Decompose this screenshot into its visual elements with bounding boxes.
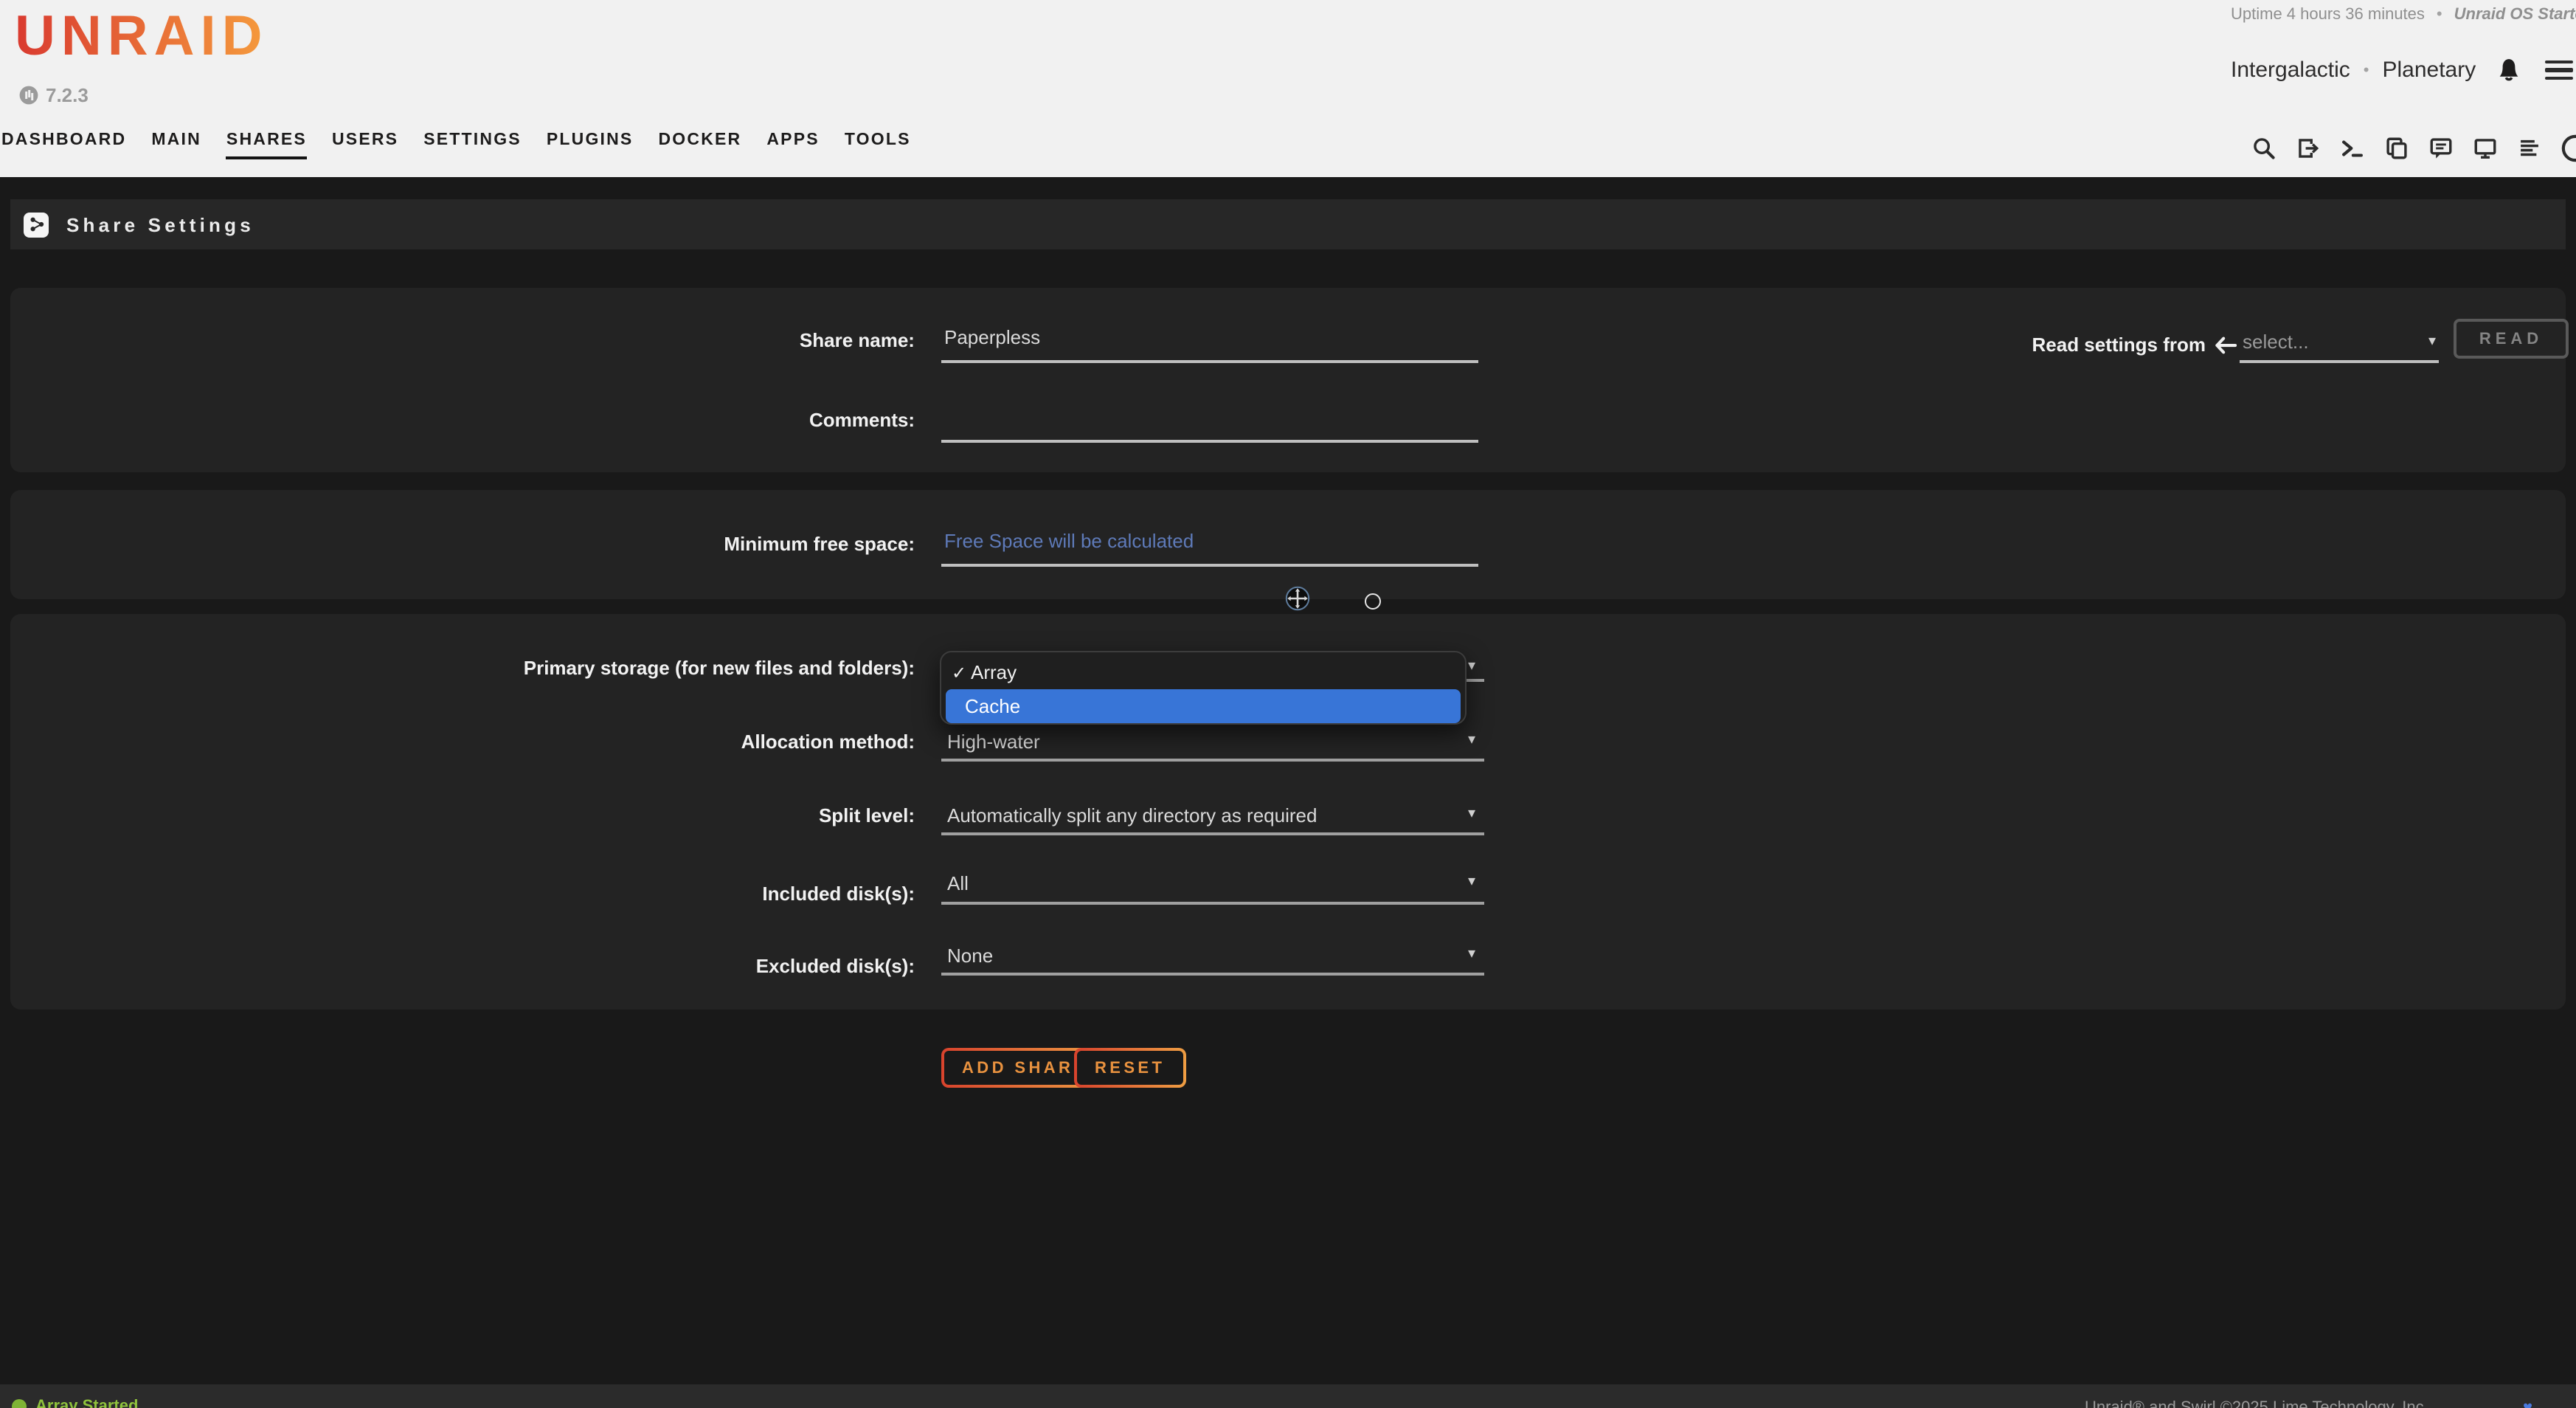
arrow-left-icon — [2215, 335, 2237, 362]
allocation-method-label: Allocation method: — [369, 731, 915, 753]
minimum-free-space-input[interactable] — [941, 530, 1478, 567]
allocation-method-select[interactable]: High-water — [947, 731, 1040, 753]
excluded-disks-underline — [941, 973, 1484, 976]
comments-label: Comments: — [369, 409, 915, 431]
chevron-down-icon: ▾ — [1468, 658, 1475, 674]
minimum-free-space-label: Minimum free space: — [369, 533, 915, 555]
read-settings-select[interactable]: select... ▾ — [2240, 329, 2439, 363]
share-identity-card — [10, 288, 2566, 472]
share-icon — [24, 212, 49, 237]
nav-tools[interactable]: TOOLS — [845, 131, 911, 159]
chevron-down-icon: ▾ — [1468, 874, 1475, 890]
cursor-ring — [1365, 593, 1381, 610]
content-area: Share Settings Share name: Comments: Rea… — [0, 177, 2576, 1408]
main-nav: DASHBOARD MAIN SHARES USERS SETTINGS PLU… — [1, 131, 911, 159]
share-name-label: Share name: — [369, 329, 915, 351]
sign-out-icon[interactable] — [2296, 136, 2321, 161]
separator-dot: • — [2437, 6, 2442, 24]
menu-icon[interactable] — [2545, 60, 2573, 80]
share-name-input[interactable] — [941, 326, 1478, 363]
status-dot-icon — [12, 1399, 27, 1408]
reset-button-label: RESET — [1077, 1051, 1183, 1085]
chevron-down-icon: ▾ — [1468, 946, 1475, 962]
primary-storage-dropdown: ✓ Array Cache — [940, 651, 1467, 725]
split-level-select[interactable]: Automatically split any directory as req… — [947, 804, 1317, 826]
nav-settings[interactable]: SETTINGS — [423, 131, 522, 159]
dropdown-option-cache[interactable]: Cache — [946, 689, 1461, 723]
nav-docker[interactable]: DOCKER — [659, 131, 742, 159]
server-identity: Intergalactic • Planetary — [2231, 56, 2573, 84]
move-cursor-icon — [1285, 586, 1310, 618]
chevron-down-icon: ▾ — [2428, 334, 2436, 350]
chevron-down-icon: ▾ — [1468, 732, 1475, 748]
dropdown-option-label: Array — [971, 661, 1017, 683]
primary-storage-label: Primary storage (for new files and folde… — [369, 657, 915, 679]
version-badge: 7.2.3 — [19, 84, 89, 106]
included-disks-label: Included disk(s): — [369, 883, 915, 905]
reset-button[interactable]: RESET — [1074, 1048, 1185, 1088]
read-button[interactable]: READ — [2454, 319, 2569, 359]
page-title: Share Settings — [66, 213, 255, 235]
server-description: Planetary — [2382, 58, 2476, 83]
nav-apps[interactable]: APPS — [766, 131, 819, 159]
split-level-underline — [941, 832, 1484, 835]
server-name: Intergalactic — [2231, 58, 2350, 83]
user-partial-icon[interactable] — [2561, 134, 2576, 162]
chevron-down-icon: ▾ — [1468, 806, 1475, 822]
nav-dashboard[interactable]: DASHBOARD — [1, 131, 126, 159]
nav-users[interactable]: USERS — [332, 131, 398, 159]
bell-icon[interactable] — [2495, 56, 2523, 84]
allocation-method-underline — [941, 759, 1484, 762]
array-status-text: Array Started — [35, 1398, 138, 1408]
nav-shares[interactable]: SHARES — [226, 131, 307, 159]
copyright-text: Unraid® and Swirl ©2025 Lime Technology,… — [2085, 1399, 2428, 1408]
array-status: Array Started — [12, 1398, 138, 1408]
app-header: UNRAID 7.2.3 Uptime 4 hours 36 minutes •… — [0, 0, 2576, 177]
os-edition: Unraid OS Starter — [2454, 6, 2576, 24]
dropdown-option-label: Cache — [965, 695, 1020, 717]
search-icon[interactable] — [2251, 136, 2276, 161]
excluded-disks-select[interactable]: None — [947, 945, 993, 967]
page-title-bar: Share Settings — [10, 199, 2566, 249]
feedback-icon[interactable] — [2428, 136, 2454, 161]
read-settings-label: Read settings from — [1911, 334, 2206, 356]
uptime-text: Uptime 4 hours 36 minutes — [2231, 6, 2425, 24]
comments-input[interactable] — [941, 406, 1478, 443]
read-settings-select-value: select... — [2243, 331, 2309, 353]
included-disks-underline — [941, 902, 1484, 905]
dropdown-option-array[interactable]: ✓ Array — [941, 655, 1465, 689]
split-level-label: Split level: — [369, 804, 915, 826]
version-text: 7.2.3 — [46, 84, 89, 106]
monitor-icon[interactable] — [2473, 136, 2498, 161]
excluded-disks-label: Excluded disk(s): — [369, 955, 915, 977]
uptime-line: Uptime 4 hours 36 minutes • Unraid OS St… — [2231, 6, 2576, 24]
copy-icon[interactable] — [2384, 136, 2409, 161]
version-icon — [19, 86, 38, 105]
unraid-webgui: UNRAID 7.2.3 Uptime 4 hours 36 minutes •… — [0, 0, 2576, 1408]
nav-main[interactable]: MAIN — [151, 131, 201, 159]
log-icon[interactable] — [2517, 136, 2542, 161]
unraid-logo[interactable]: UNRAID — [15, 6, 269, 69]
blue-heart-icon: ♥ — [2523, 1399, 2532, 1408]
terminal-icon[interactable] — [2340, 136, 2365, 161]
header-toolbar — [2251, 134, 2576, 162]
included-disks-select[interactable]: All — [947, 872, 969, 894]
status-footer: Array Started Unraid® and Swirl ©2025 Li… — [0, 1384, 2576, 1408]
separator-dot: • — [2364, 61, 2369, 79]
nav-plugins[interactable]: PLUGINS — [547, 131, 634, 159]
check-icon: ✓ — [952, 662, 971, 683]
